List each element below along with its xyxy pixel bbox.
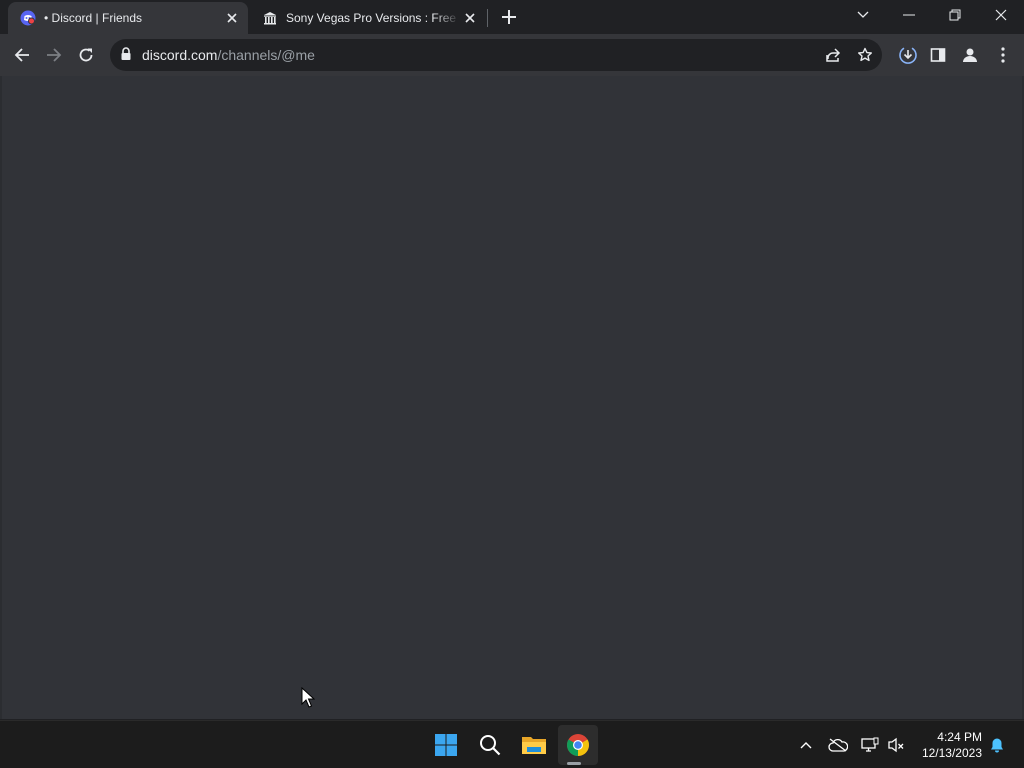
minimize-button[interactable]	[886, 0, 932, 30]
kebab-menu-icon[interactable]	[991, 43, 1015, 67]
tab-separator	[487, 9, 488, 27]
address-bar[interactable]: discord.com/channels/@me	[110, 39, 882, 71]
tab-title: • Discord | Friends	[44, 11, 143, 25]
forward-button[interactable]	[40, 41, 68, 69]
browser-toolbar: discord.com/channels/@me	[0, 34, 1024, 76]
side-panel-icon[interactable]	[926, 43, 950, 67]
archive-building-icon	[262, 10, 278, 26]
windows-start-icon[interactable]	[426, 725, 466, 765]
notification-bell-icon[interactable]	[985, 733, 1009, 757]
close-window-button[interactable]	[978, 0, 1024, 30]
tab-discord[interactable]: • Discord | Friends	[8, 2, 248, 34]
close-tab-icon[interactable]	[222, 8, 242, 28]
taskbar-clock[interactable]: 4:24 PM 12/13/2023	[912, 729, 982, 761]
network-icon[interactable]	[858, 733, 882, 757]
lock-icon[interactable]	[120, 47, 132, 66]
chevron-up-icon[interactable]	[794, 733, 818, 757]
restore-icon	[949, 9, 961, 21]
arrow-right-icon	[47, 48, 62, 62]
url-text[interactable]: discord.com/channels/@me	[142, 47, 315, 63]
tab-strip: • Discord | Friends Sony Vegas Pro Versi…	[0, 0, 1024, 34]
reload-button[interactable]	[72, 41, 100, 69]
arrow-left-icon	[14, 48, 29, 62]
back-button[interactable]	[8, 41, 36, 69]
tab-archive[interactable]: Sony Vegas Pro Versions : Free Download,…	[250, 2, 486, 34]
chevron-down-icon	[857, 11, 869, 18]
clock-time: 4:24 PM	[937, 730, 982, 744]
url-host: discord.com	[142, 47, 218, 63]
restore-button[interactable]	[932, 0, 978, 30]
star-icon[interactable]	[853, 43, 877, 67]
reload-icon	[79, 48, 93, 62]
discord-icon	[20, 10, 36, 26]
tab-search-button[interactable]	[840, 0, 886, 30]
new-tab-button[interactable]	[498, 6, 520, 28]
volume-muted-icon[interactable]	[884, 733, 908, 757]
onedrive-icon[interactable]	[826, 733, 850, 757]
minimize-icon	[903, 14, 915, 16]
close-icon	[995, 9, 1007, 21]
download-icon[interactable]	[896, 43, 920, 67]
tab-title: Sony Vegas Pro Versions : Free Download,…	[286, 11, 460, 25]
search-icon[interactable]	[470, 725, 510, 765]
clock-date: 12/13/2023	[921, 746, 982, 760]
plus-icon	[502, 10, 516, 24]
close-tab-icon[interactable]	[460, 8, 480, 28]
active-app-indicator	[567, 762, 581, 765]
page-content[interactable]	[0, 76, 1024, 719]
chrome-icon[interactable]	[558, 725, 598, 765]
profile-icon[interactable]	[958, 43, 982, 67]
url-path: /channels/@me	[217, 47, 315, 63]
taskbar: 4:24 PM 12/13/2023	[0, 720, 1024, 768]
share-icon[interactable]	[821, 43, 845, 67]
file-explorer-icon[interactable]	[514, 725, 554, 765]
mouse-pointer-icon	[301, 686, 316, 714]
